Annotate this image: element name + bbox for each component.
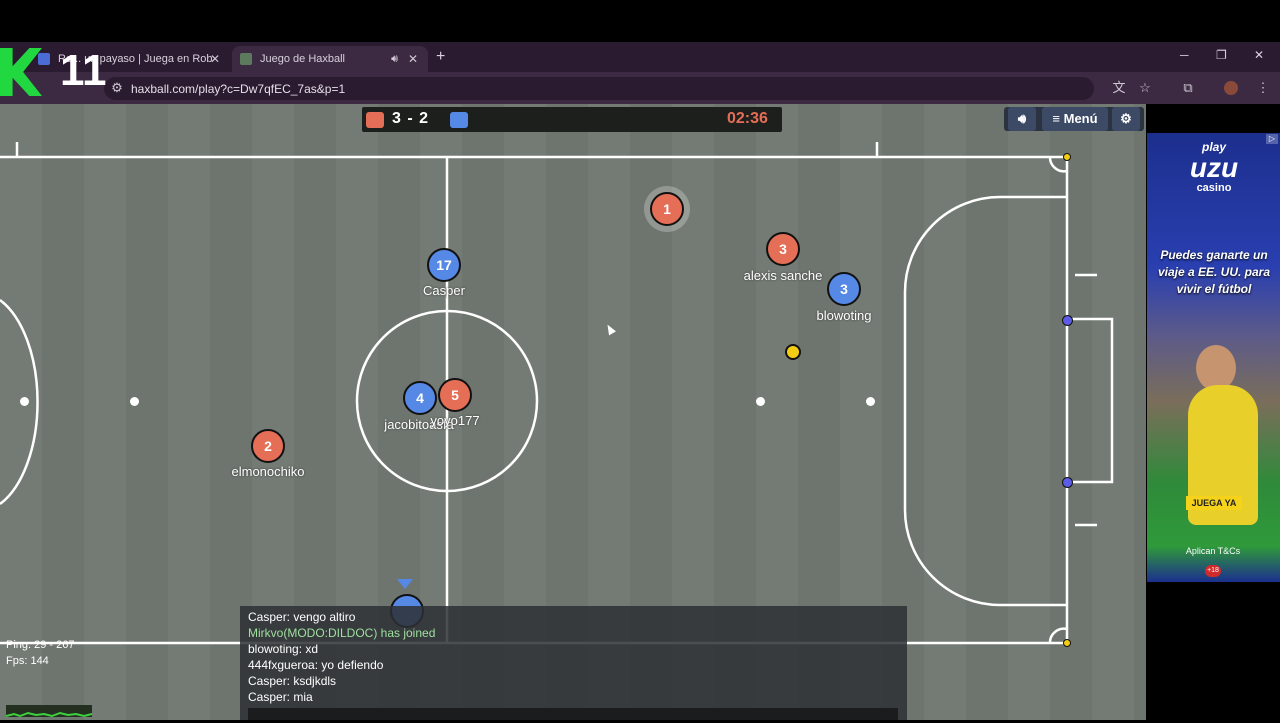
bookmark-star-icon[interactable]: ☆	[1138, 81, 1152, 95]
player-red-1[interactable]: 1	[650, 192, 684, 226]
ad-brand-main: uzu	[1189, 152, 1239, 183]
overlay-logo-number: 11	[60, 46, 107, 95]
settings-button[interactable]: ⚙	[1112, 107, 1140, 131]
chat-message: Mirkvo(MODO:DILDOC) has joined	[248, 626, 436, 640]
fps-text: Fps: 144	[6, 655, 49, 667]
speaker-icon: 🔊︎	[1017, 111, 1027, 126]
minimize-button[interactable]: ─	[1180, 48, 1189, 62]
close-tab-icon[interactable]: ✕	[210, 46, 220, 72]
chat-message: Casper: ksdjkdls	[248, 674, 337, 688]
chat-message: Casper: mia	[248, 690, 313, 704]
net-stats: Ping: 29 - 267 Fps: 144	[6, 637, 75, 669]
browser-menu-icon[interactable]: ⋮	[1256, 81, 1270, 95]
field-spot	[20, 397, 29, 406]
player-blue-17[interactable]: 17	[427, 248, 461, 282]
ad-headline: Puedes ganarte un viaje a EE. UU. para v…	[1157, 248, 1271, 296]
tab-audio-icon[interactable]: 🔊︎	[391, 46, 398, 72]
ad-age-badge: +18	[1205, 565, 1221, 577]
player-indicator-arrow-icon	[397, 579, 413, 589]
fps-graph	[5, 705, 93, 718]
player-red-2[interactable]: 2	[251, 429, 285, 463]
chat-input[interactable]	[248, 708, 898, 720]
ad-brand-logo: play uzu casino	[1172, 140, 1256, 194]
close-window-button[interactable]: ✕	[1254, 48, 1264, 62]
ping-text: Ping: 29 - 267	[6, 639, 75, 651]
chat-message: blowoting: xd	[248, 642, 319, 656]
haxball-favicon-icon	[240, 53, 252, 65]
ad-cta-button[interactable]: JUEGA YA	[1186, 496, 1242, 510]
chat-message: 444fxgueroa: yo defiendo	[248, 658, 384, 672]
player-name: Casper	[423, 283, 465, 298]
menu-button[interactable]: ≡ Menú	[1042, 107, 1108, 131]
site-info-icon[interactable]: ⚙	[110, 81, 124, 95]
close-tab-icon[interactable]: ✕	[408, 46, 418, 72]
player-blue-4[interactable]: 4	[403, 381, 437, 415]
maximize-button[interactable]: ❐	[1216, 48, 1227, 62]
k-logo-icon	[0, 48, 42, 96]
ad-close-icon[interactable]: ▷	[1266, 134, 1278, 144]
top-letterbox	[0, 0, 1280, 42]
translate-icon[interactable]: 文	[1112, 81, 1126, 95]
overlay-logo: 11	[0, 46, 110, 100]
score-text: 3 - 2	[392, 110, 430, 127]
player-name: blowoting	[816, 308, 872, 323]
goal-post	[1062, 315, 1073, 326]
tab-title: Juego de Haxball	[260, 53, 346, 65]
url-text[interactable]: haxball.com/play?c=Dw7qfEC_7as&p=1	[131, 82, 345, 96]
player-name: yoyo177	[430, 413, 480, 428]
corner-post	[1063, 639, 1071, 647]
chat-message: Casper: vengo altiro	[248, 610, 356, 624]
player-blue-3[interactable]: 3	[827, 272, 861, 306]
player-name: elmonochiko	[231, 464, 305, 479]
profile-avatar[interactable]	[1224, 81, 1238, 95]
match-timer: 02:36	[727, 110, 768, 127]
corner-post	[1063, 153, 1071, 161]
new-tab-button[interactable]: +	[436, 48, 445, 66]
ad-terms: Aplican T&Cs	[1185, 546, 1241, 556]
player-red-3[interactable]: 3	[766, 232, 800, 266]
gear-icon: ⚙	[1120, 111, 1132, 126]
ball	[785, 344, 801, 360]
ad-brand-sub: casino	[1196, 182, 1232, 194]
field-spot	[130, 397, 139, 406]
sound-button[interactable]: 🔊︎	[1008, 107, 1036, 131]
player-name: alexis sanche	[743, 268, 823, 283]
blue-team-indicator	[450, 112, 468, 128]
extensions-icon[interactable]: ⧉	[1181, 81, 1195, 95]
goal-post	[1062, 477, 1073, 488]
field-spot	[756, 397, 765, 406]
field-spot	[866, 397, 875, 406]
tab-haxball[interactable]: Juego de Haxball 🔊︎ ✕	[232, 46, 428, 72]
player-red-5[interactable]: 5	[438, 378, 472, 412]
red-team-indicator	[366, 112, 384, 128]
